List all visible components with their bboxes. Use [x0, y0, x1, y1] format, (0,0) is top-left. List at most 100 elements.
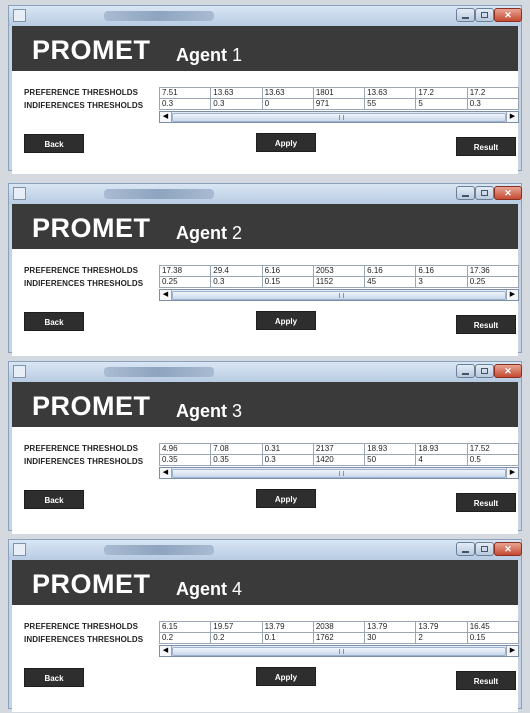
indifference-cell[interactable]: 0.3: [211, 99, 263, 110]
indifference-cell[interactable]: 1762: [313, 633, 366, 644]
close-icon[interactable]: ✕: [494, 364, 522, 378]
scrollbar-thumb[interactable]: [172, 113, 506, 122]
close-icon[interactable]: ✕: [494, 8, 522, 22]
apply-button[interactable]: Apply: [256, 311, 316, 330]
scrollbar-thumb[interactable]: [172, 647, 506, 656]
scroll-right-icon[interactable]: ▶: [506, 290, 518, 300]
indifference-cell[interactable]: 0.35: [160, 455, 212, 466]
horizontal-scrollbar[interactable]: ◀ ▶: [159, 467, 519, 479]
indifference-cell[interactable]: 0.3: [160, 99, 212, 110]
back-button[interactable]: Back: [24, 668, 84, 687]
indifference-cell[interactable]: 55: [365, 99, 417, 110]
close-icon[interactable]: ✕: [494, 186, 522, 200]
maximize-icon[interactable]: [475, 542, 494, 556]
indifference-cell[interactable]: 1152: [313, 277, 366, 288]
horizontal-scrollbar[interactable]: ◀ ▶: [159, 645, 519, 657]
preference-cell[interactable]: 17.52: [467, 444, 519, 455]
preference-cell[interactable]: 13.63: [365, 88, 417, 99]
maximize-icon[interactable]: [475, 364, 494, 378]
indifference-cell[interactable]: 0.25: [160, 277, 212, 288]
indifference-cell[interactable]: 3: [416, 277, 468, 288]
preference-cell[interactable]: 7.51: [160, 88, 212, 99]
preference-cell[interactable]: 2137: [313, 444, 366, 455]
indifference-cell[interactable]: 2: [416, 633, 468, 644]
indifference-cell[interactable]: 45: [365, 277, 417, 288]
indifference-cell[interactable]: 0.3: [211, 277, 263, 288]
scroll-right-icon[interactable]: ▶: [506, 112, 518, 122]
apply-button[interactable]: Apply: [256, 133, 316, 152]
window-titlebar[interactable]: ✕: [9, 6, 522, 26]
preference-cell[interactable]: 4.96: [160, 444, 212, 455]
window-titlebar[interactable]: ✕: [9, 362, 522, 382]
preference-cell[interactable]: 6.16: [262, 266, 314, 277]
preference-cell[interactable]: 13.63: [211, 88, 263, 99]
preference-cell[interactable]: 17.36: [467, 266, 519, 277]
result-button[interactable]: Result: [456, 493, 516, 512]
preference-cell[interactable]: 17.38: [160, 266, 212, 277]
indifference-cell[interactable]: 0.25: [467, 277, 519, 288]
scroll-right-icon[interactable]: ▶: [506, 646, 518, 656]
indifference-cell[interactable]: 0.15: [262, 277, 314, 288]
preference-cell[interactable]: 6.15: [160, 622, 212, 633]
back-button[interactable]: Back: [24, 490, 84, 509]
horizontal-scrollbar[interactable]: ◀ ▶: [159, 111, 519, 123]
indifference-cell[interactable]: 0.3: [262, 455, 314, 466]
preference-cell[interactable]: 19.57: [211, 622, 263, 633]
scroll-left-icon[interactable]: ◀: [160, 468, 172, 478]
preference-cell[interactable]: 6.16: [416, 266, 468, 277]
preference-cell[interactable]: 6.16: [365, 266, 417, 277]
scroll-right-icon[interactable]: ▶: [506, 468, 518, 478]
indifference-cell[interactable]: 0.3: [467, 99, 519, 110]
window-titlebar[interactable]: ✕: [9, 184, 522, 204]
apply-button[interactable]: Apply: [256, 667, 316, 686]
indifference-cell[interactable]: 0.5: [467, 455, 519, 466]
preference-cell[interactable]: 13.79: [365, 622, 417, 633]
indifference-cell[interactable]: 971: [313, 99, 366, 110]
indifference-cell[interactable]: 0.1: [262, 633, 314, 644]
indifference-cell[interactable]: 4: [416, 455, 468, 466]
result-button[interactable]: Result: [456, 315, 516, 334]
scroll-left-icon[interactable]: ◀: [160, 646, 172, 656]
minimize-icon[interactable]: [456, 186, 475, 200]
close-icon[interactable]: ✕: [494, 542, 522, 556]
indifference-cell[interactable]: 30: [365, 633, 417, 644]
preference-cell[interactable]: 13.79: [262, 622, 314, 633]
window-titlebar[interactable]: ✕: [9, 540, 522, 560]
back-button[interactable]: Back: [24, 312, 84, 331]
preference-cell[interactable]: 2053: [313, 266, 366, 277]
indifference-cell[interactable]: 0.2: [211, 633, 263, 644]
preference-cell[interactable]: 17.2: [416, 88, 468, 99]
preference-cell[interactable]: 18.93: [365, 444, 417, 455]
indifference-cell[interactable]: 50: [365, 455, 417, 466]
scroll-left-icon[interactable]: ◀: [160, 290, 172, 300]
preference-cell[interactable]: 13.63: [262, 88, 314, 99]
horizontal-scrollbar[interactable]: ◀ ▶: [159, 289, 519, 301]
preference-cell[interactable]: 2038: [313, 622, 366, 633]
preference-cell[interactable]: 18.93: [416, 444, 468, 455]
minimize-icon[interactable]: [456, 364, 475, 378]
preference-cell[interactable]: 17.2: [467, 88, 519, 99]
maximize-icon[interactable]: [475, 8, 494, 22]
preference-cell[interactable]: 29.4: [211, 266, 263, 277]
scrollbar-thumb[interactable]: [172, 469, 506, 478]
minimize-icon[interactable]: [456, 8, 475, 22]
preference-cell[interactable]: 16.45: [467, 622, 519, 633]
maximize-icon[interactable]: [475, 186, 494, 200]
result-button[interactable]: Result: [456, 671, 516, 690]
indifference-cell[interactable]: 0.15: [467, 633, 519, 644]
scroll-left-icon[interactable]: ◀: [160, 112, 172, 122]
preference-cell[interactable]: 0.31: [262, 444, 314, 455]
preference-cell[interactable]: 1801: [313, 88, 366, 99]
back-button[interactable]: Back: [24, 134, 84, 153]
apply-button[interactable]: Apply: [256, 489, 316, 508]
preference-cell[interactable]: 13.79: [416, 622, 468, 633]
indifference-cell[interactable]: 0.2: [160, 633, 212, 644]
indifference-cell[interactable]: 5: [416, 99, 468, 110]
minimize-icon[interactable]: [456, 542, 475, 556]
indifference-cell[interactable]: 0: [262, 99, 314, 110]
indifference-cell[interactable]: 1420: [313, 455, 366, 466]
scrollbar-thumb[interactable]: [172, 291, 506, 300]
preference-cell[interactable]: 7.08: [211, 444, 263, 455]
indifference-cell[interactable]: 0.35: [211, 455, 263, 466]
result-button[interactable]: Result: [456, 137, 516, 156]
